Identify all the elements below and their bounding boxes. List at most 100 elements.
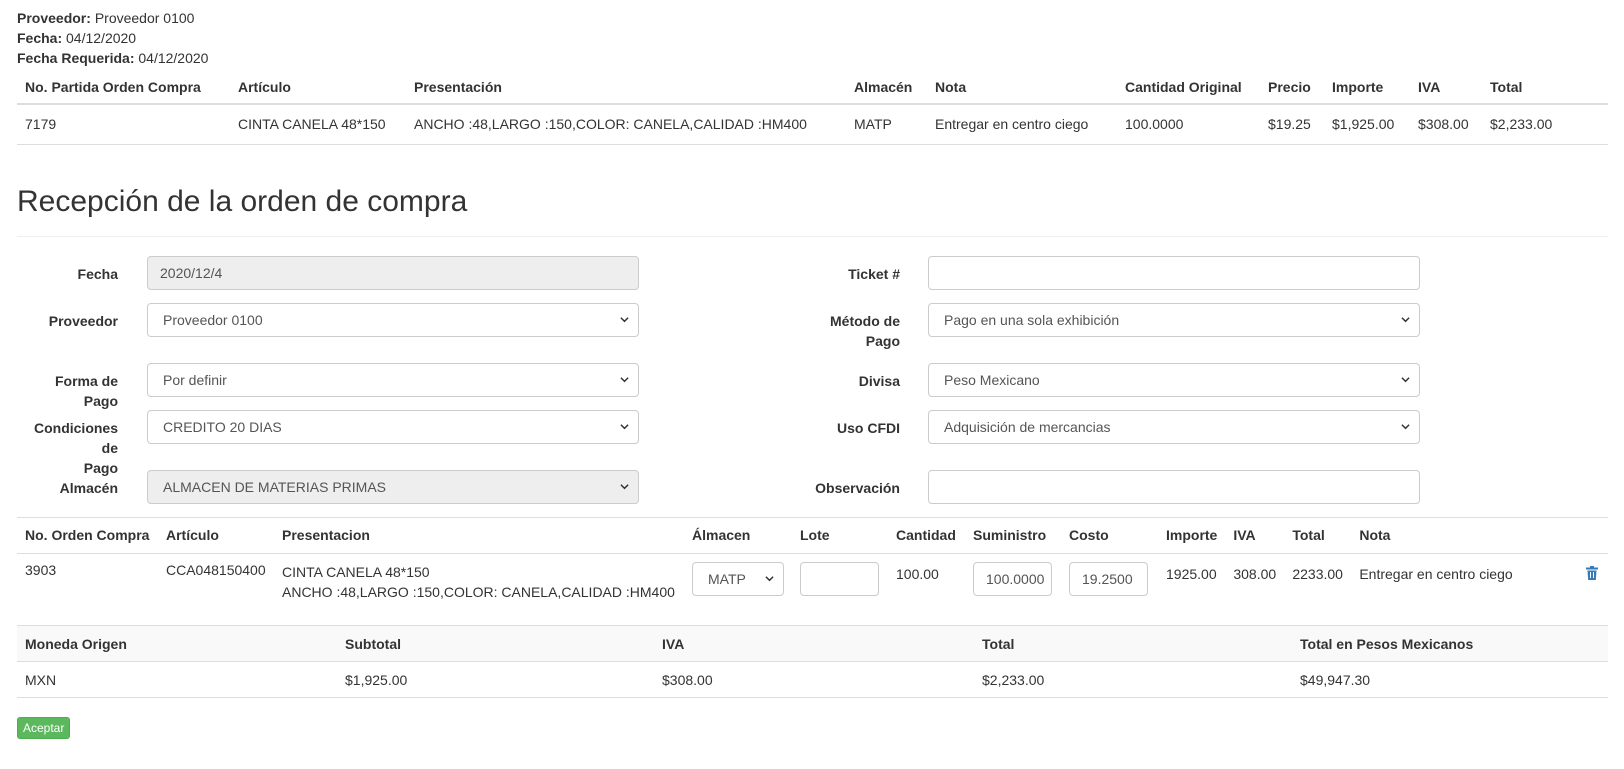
suministro-input[interactable]: 100.0000 (973, 561, 1052, 596)
presentacion-line1: CINTA CANELA 48*150 (282, 563, 430, 580)
table-cell: Entregar en centro ciego (927, 104, 1117, 145)
table-cell: $308.00 (1410, 104, 1482, 145)
table-cell: Entregar en centro ciego (1359, 565, 1513, 582)
fecha-info: Fecha: 04/12/2020 (17, 28, 1608, 48)
table-cell: ANCHO :48,LARGO :150,COLOR: CANELA,CALID… (406, 104, 846, 145)
metodo-pago-select[interactable]: Pago en una sola exhibición (928, 302, 1420, 337)
divisa-select-value: Peso Mexicano (944, 371, 1040, 388)
row-almacen-select-value: MATP (708, 570, 746, 587)
table-row: 3903 CCA048150400 CINTA CANELA 48*150 AN… (17, 553, 1608, 625)
almacen-label: Almacén (59, 479, 118, 496)
uso-cfdi-select-value: Adquisición de mercancias (944, 418, 1111, 435)
fecha-requerida-info: Fecha Requerida: 04/12/2020 (17, 48, 1608, 68)
proveedor-select-value: Proveedor 0100 (163, 311, 263, 328)
column-header: Almacén (846, 70, 927, 105)
purchase-order-table: No. Partida Orden Compra Artículo Presen… (17, 70, 1608, 145)
table-cell-lote (792, 553, 888, 625)
divisa-label: Divisa (858, 372, 900, 389)
forma-pago-select[interactable]: Por definir (147, 362, 639, 397)
column-header: No. Orden Compra (17, 516, 158, 554)
fecha-info-value: 04/12/2020 (66, 30, 137, 46)
proveedor-info-label: Proveedor: (17, 10, 91, 26)
table-cell-actions (1578, 553, 1608, 625)
row-almacen-select[interactable]: MATP (692, 561, 784, 596)
proveedor-label: Proveedor (48, 312, 118, 329)
page: Proveedor: Proveedor 0100 Fecha: 04/12/2… (0, 0, 1624, 739)
accept-button[interactable]: Aceptar (17, 717, 71, 739)
observacion-input[interactable] (928, 469, 1420, 504)
uso-cfdi-select[interactable]: Adquisición de mercancias (928, 409, 1420, 444)
table-cell: $1,925.00 (1324, 104, 1410, 145)
metodo-pago-label-line2: Pago (865, 332, 900, 349)
lote-input[interactable] (800, 561, 879, 596)
totals-table: Moneda Origen Subtotal IVA Total Total e… (17, 625, 1608, 698)
column-header: Total en Pesos Mexicanos (1292, 625, 1608, 662)
table-cell: $19.25 (1260, 104, 1324, 145)
column-header: Total (1284, 516, 1352, 554)
fecha-field[interactable]: 2020/12/4 (147, 255, 639, 290)
section-title: Recepción de la orden de compra (17, 185, 1608, 237)
column-header: Presentación (406, 70, 846, 105)
table-cell: $2,233.00 (1482, 104, 1608, 145)
almacen-select[interactable]: ALMACEN DE MATERIAS PRIMAS (147, 469, 639, 504)
table-cell: 2233.00 (1292, 565, 1343, 582)
proveedor-info: Proveedor: Proveedor 0100 (17, 8, 1608, 28)
almacen-select-value: ALMACEN DE MATERIAS PRIMAS (163, 478, 387, 495)
fecha-label: Fecha (77, 265, 118, 282)
column-header: Artículo (158, 516, 274, 554)
reception-items-table: No. Orden Compra Artículo Presentacion Á… (17, 516, 1608, 626)
column-header: Suministro (965, 516, 1061, 554)
table-row: 7179 CINTA CANELA 48*150 ANCHO :48,LARGO… (17, 104, 1608, 145)
trash-icon[interactable] (1586, 565, 1598, 580)
proveedor-select[interactable]: Proveedor 0100 (147, 302, 639, 337)
condiciones-pago-select[interactable]: CREDITO 20 DIAS (147, 409, 639, 444)
condiciones-pago-label: Condiciones de Pago (17, 418, 118, 478)
divisa-select[interactable]: Peso Mexicano (928, 362, 1420, 397)
ticket-input[interactable] (928, 255, 1420, 290)
table-header-row: No. Orden Compra Artículo Presentacion Á… (17, 516, 1608, 554)
chevron-down-icon (1401, 423, 1410, 429)
reception-form: Fecha 2020/12/4 Ticket # Proveedor Prove… (17, 237, 1608, 517)
chevron-down-icon (620, 316, 629, 322)
column-header: Total (1482, 70, 1608, 105)
fecha-requerida-value: 04/12/2020 (138, 50, 209, 66)
chevron-down-icon (620, 483, 629, 489)
column-header: Costo (1061, 516, 1158, 554)
condiciones-pago-select-value: CREDITO 20 DIAS (163, 418, 282, 435)
forma-pago-select-value: Por definir (163, 371, 227, 388)
column-header: Importe (1324, 70, 1410, 105)
column-header: IVA (1225, 516, 1285, 554)
table-cell: 100.0000 (1117, 104, 1260, 145)
table-cell: $308.00 (654, 661, 974, 698)
table-cell: $2,233.00 (974, 661, 1292, 698)
table-cell: MATP (846, 104, 927, 145)
column-header: Álmacen (684, 516, 792, 554)
table-cell: 308.00 (1233, 565, 1277, 582)
table-cell: $49,947.30 (1292, 661, 1608, 698)
column-header: Moneda Origen (17, 625, 337, 662)
costo-input[interactable]: 19.2500 (1069, 561, 1148, 596)
column-header: Artículo (230, 70, 406, 105)
ticket-label: Ticket # (848, 265, 900, 282)
table-cell-costo: 19.2500 (1061, 553, 1158, 625)
fecha-info-label: Fecha: (17, 30, 63, 46)
chevron-down-icon (620, 423, 629, 429)
column-header: Cantidad (888, 516, 965, 554)
column-header: Importe (1158, 516, 1226, 554)
column-header: Subtotal (337, 625, 654, 662)
table-row: MXN $1,925.00 $308.00 $2,233.00 $49,947.… (17, 661, 1608, 698)
metodo-pago-label-line1: Método de (830, 312, 900, 329)
column-header: Total (974, 625, 1292, 662)
metodo-pago-label: Método de Pago (777, 311, 900, 351)
chevron-down-icon (765, 575, 774, 581)
table-cell: CINTA CANELA 48*150 (230, 104, 406, 145)
table-cell-almacen: MATP (684, 553, 792, 625)
column-header: IVA (654, 625, 974, 662)
fecha-requerida-label: Fecha Requerida: (17, 50, 135, 66)
forma-pago-label: Forma de Pago (54, 372, 118, 409)
uso-cfdi-label: Uso CFDI (837, 419, 900, 436)
column-header: No. Partida Orden Compra (17, 70, 230, 105)
column-header: Precio (1260, 70, 1324, 105)
metodo-pago-select-value: Pago en una sola exhibición (944, 311, 1120, 328)
column-header: Nota (927, 70, 1117, 105)
